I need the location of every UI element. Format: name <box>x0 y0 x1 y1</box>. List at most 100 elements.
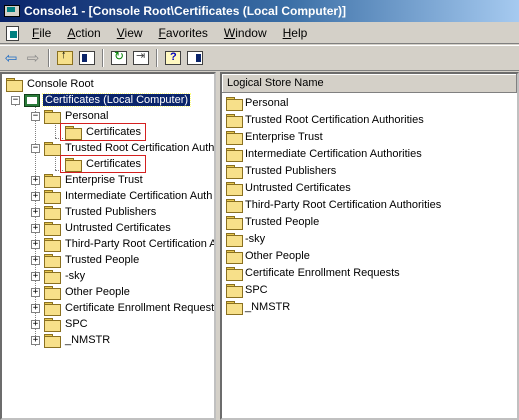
folder-icon <box>44 318 61 332</box>
tree-node-enrollment-requests[interactable]: Certificate Enrollment Requests <box>44 300 214 316</box>
list-item-label: Certificate Enrollment Requests <box>245 266 400 279</box>
list-item[interactable]: Untrusted Certificates <box>226 179 351 196</box>
tree-node-label: Intermediate Certification Auth <box>65 190 213 202</box>
list-item[interactable]: SPC <box>226 281 268 298</box>
toolbar-separator <box>156 49 158 67</box>
list-item[interactable]: Personal <box>226 94 288 111</box>
window-title: Console1 - [Console Root\Certificates (L… <box>24 4 347 18</box>
tree-node-label: Trusted Root Certification Auth <box>65 142 215 154</box>
expand-toggle[interactable]: + <box>31 336 40 345</box>
folder-icon <box>44 270 61 284</box>
folder-icon <box>44 142 61 156</box>
tree-node-nmstr[interactable]: _NMSTR <box>44 332 112 348</box>
expand-toggle[interactable]: + <box>31 192 40 201</box>
column-header-logical-store-name[interactable]: Logical Store Name <box>222 74 517 93</box>
folder-icon <box>226 130 243 145</box>
tree-node-third-party-root[interactable]: Third-Party Root Certification A <box>44 236 216 252</box>
menu-window[interactable]: Window <box>216 26 275 40</box>
folder-icon <box>44 334 61 348</box>
folder-icon <box>44 206 61 220</box>
collapse-toggle[interactable]: − <box>11 96 20 105</box>
results-list-pane[interactable]: Logical Store Name Personal Trusted Root… <box>220 72 519 420</box>
tree-node-label: Trusted People <box>65 254 140 266</box>
tree-node-console-root[interactable]: Console Root <box>6 76 96 92</box>
folder-icon <box>226 198 243 213</box>
tree-node-trusted-publishers[interactable]: Trusted Publishers <box>44 204 158 220</box>
refresh-button[interactable] <box>108 48 130 68</box>
toolbar-separator <box>102 49 104 67</box>
column-header-label: Logical Store Name <box>227 77 324 89</box>
expand-toggle[interactable]: + <box>31 208 40 217</box>
toolbar: ⇦ ⇨ <box>0 45 519 71</box>
list-item-label: Enterprise Trust <box>245 130 323 143</box>
list-item-label: -sky <box>245 232 266 245</box>
expand-toggle[interactable]: + <box>31 272 40 281</box>
expand-toggle[interactable]: + <box>31 256 40 265</box>
folder-icon <box>44 302 61 316</box>
forward-button[interactable]: ⇨ <box>22 48 44 68</box>
menu-action[interactable]: Action <box>59 26 108 40</box>
show-hide-tree-button[interactable] <box>76 48 98 68</box>
help-button[interactable] <box>162 48 184 68</box>
tree-connector <box>55 122 56 138</box>
expand-toggle[interactable]: + <box>31 288 40 297</box>
back-button[interactable]: ⇦ <box>0 48 22 68</box>
folder-icon <box>6 78 23 92</box>
list-item[interactable]: Trusted People <box>226 213 319 230</box>
folder-icon <box>226 113 243 128</box>
expand-toggle[interactable]: + <box>31 304 40 313</box>
list-item[interactable]: Intermediate Certification Authorities <box>226 145 422 162</box>
tree-node-enterprise-trust[interactable]: Enterprise Trust <box>44 172 145 188</box>
expand-toggle[interactable]: + <box>31 224 40 233</box>
menu-favorites[interactable]: Favorites <box>151 26 216 40</box>
tree-node-sky[interactable]: -sky <box>44 268 87 284</box>
list-item[interactable]: Certificate Enrollment Requests <box>226 264 400 281</box>
tree-node-personal-certificates[interactable]: Certificates <box>60 123 146 141</box>
export-list-icon <box>133 49 149 65</box>
back-arrow-icon: ⇦ <box>4 49 18 67</box>
list-item-label: Personal <box>245 96 289 109</box>
show-hide-tree-icon <box>79 51 95 65</box>
list-item[interactable]: -sky <box>226 230 265 247</box>
properties-button[interactable] <box>184 48 206 68</box>
tree-node-intermediate[interactable]: Intermediate Certification Auth <box>44 188 214 204</box>
console-tree-pane[interactable]: Console Root − Certificates (Local Compu… <box>0 72 216 420</box>
folder-icon <box>44 238 61 252</box>
mmc-app-icon[interactable] <box>3 3 20 19</box>
export-list-button[interactable] <box>130 48 152 68</box>
list-item-label: _NMSTR <box>245 300 291 313</box>
up-one-level-button[interactable] <box>54 48 76 68</box>
tree-node-other-people[interactable]: Other People <box>44 284 132 300</box>
list-item[interactable]: Other People <box>226 247 310 264</box>
expand-toggle[interactable]: + <box>31 176 40 185</box>
folder-icon <box>44 174 61 188</box>
list-item[interactable]: Third-Party Root Certification Authoriti… <box>226 196 441 213</box>
forward-arrow-icon: ⇨ <box>26 49 40 67</box>
tree-node-label: Third-Party Root Certification A <box>65 238 216 250</box>
menu-view[interactable]: View <box>109 26 151 40</box>
list-item[interactable]: Trusted Publishers <box>226 162 336 179</box>
tree-node-untrusted[interactable]: Untrusted Certificates <box>44 220 173 236</box>
console-document-icon[interactable] <box>4 25 20 41</box>
title-bar: Console1 - [Console Root\Certificates (L… <box>0 0 519 22</box>
tree-node-spc[interactable]: SPC <box>44 316 90 332</box>
expand-toggle[interactable]: + <box>31 320 40 329</box>
menu-bar: File Action View Favorites Window Help <box>0 22 519 44</box>
collapse-toggle[interactable]: − <box>31 144 40 153</box>
tree-node-trusted-root[interactable]: Trusted Root Certification Auth <box>44 140 215 156</box>
collapse-toggle[interactable]: − <box>31 112 40 121</box>
tree-node-label: Console Root <box>27 78 94 90</box>
menu-file[interactable]: File <box>24 26 59 40</box>
tree-node-certificates-local-computer[interactable]: Certificates (Local Computer) <box>24 92 192 108</box>
tree-node-trusted-people[interactable]: Trusted People <box>44 252 141 268</box>
list-item[interactable]: Enterprise Trust <box>226 128 323 145</box>
list-item-label: Trusted Root Certification Authorities <box>245 113 424 126</box>
menu-help[interactable]: Help <box>275 26 316 40</box>
list-item[interactable]: Trusted Root Certification Authorities <box>226 111 424 128</box>
folder-icon <box>44 110 61 124</box>
expand-toggle[interactable]: + <box>31 240 40 249</box>
tree-node-trusted-root-certificates[interactable]: Certificates <box>60 155 146 173</box>
list-item[interactable]: _NMSTR <box>226 298 290 315</box>
tree-node-personal[interactable]: Personal <box>44 108 110 124</box>
folder-icon <box>226 181 243 196</box>
